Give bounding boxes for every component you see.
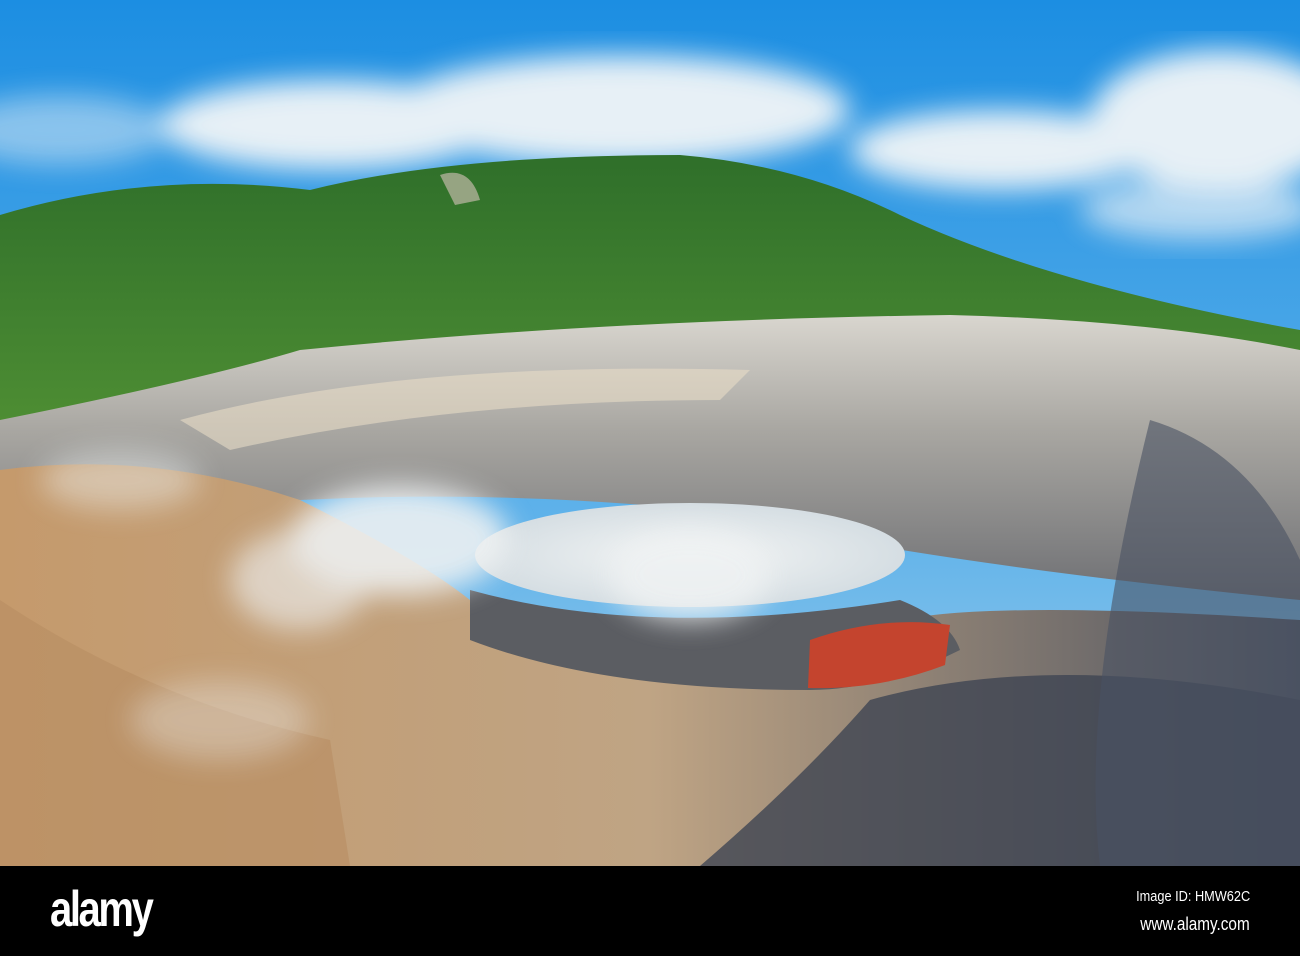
watermark-bar: alamy Image ID: HMW62C www.alamy.com [0,866,1300,956]
website-label: www.alamy.com [1140,914,1250,934]
volcano-crater-photo [0,0,1300,866]
alamy-logo: alamy [50,881,154,937]
image-id-label: Image ID: HMW62C [1135,888,1250,905]
